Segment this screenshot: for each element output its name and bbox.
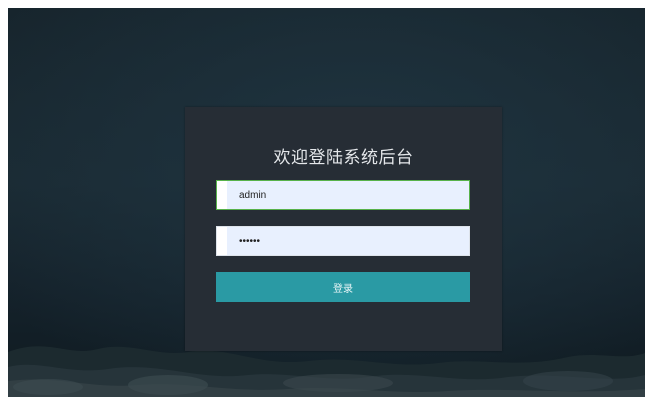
login-panel: 欢迎登陆系统后台 登录 (185, 107, 502, 351)
login-button[interactable]: 登录 (216, 272, 470, 302)
username-input[interactable] (229, 181, 465, 209)
password-field-marker (217, 227, 227, 255)
username-field-marker (217, 181, 227, 209)
login-title: 欢迎登陆系统后台 (273, 148, 414, 168)
login-screen: 欢迎登陆系统后台 登录 (8, 8, 645, 397)
username-field[interactable] (216, 180, 470, 210)
password-input[interactable] (229, 227, 465, 255)
password-field[interactable] (216, 226, 470, 256)
